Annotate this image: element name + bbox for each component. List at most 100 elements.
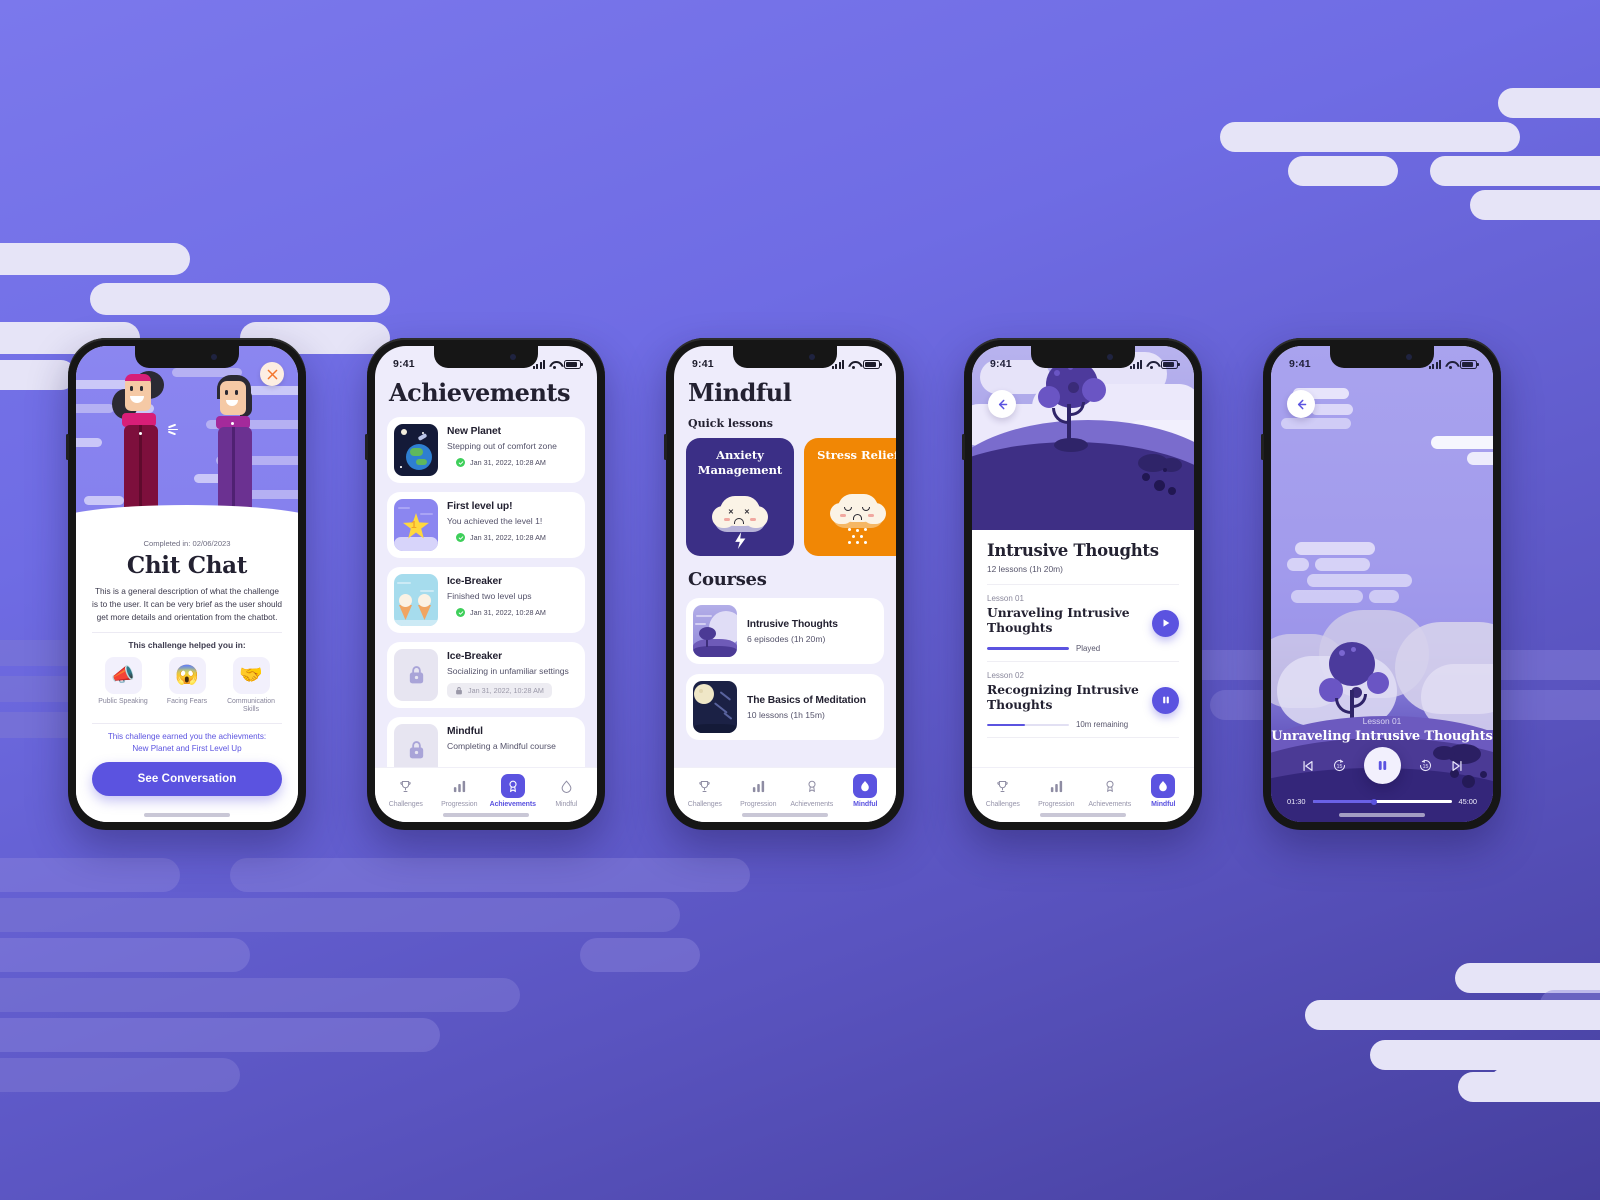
tab-progression[interactable]: Progression: [1030, 774, 1084, 808]
notch: [1031, 346, 1135, 368]
achievement-date: Jan 31, 2022, 10:28 AM: [456, 533, 546, 542]
tab-progression[interactable]: Progression: [732, 774, 786, 808]
seek-area: 01:30 45:00: [1287, 797, 1477, 806]
skill-label: Facing Fears: [166, 697, 208, 705]
course-meta: 10 lessons (1h 15m): [747, 709, 825, 720]
leaf-icon: [554, 774, 578, 798]
earned-line-1: This challenge earned you the achievment…: [107, 731, 267, 741]
previous-track-button[interactable]: [1301, 759, 1315, 773]
skill-item: 📣 Public Speaking: [92, 656, 154, 715]
lesson-title: Unraveling Intrusive Thoughts: [1271, 729, 1493, 744]
lesson-pause-button[interactable]: [1152, 686, 1179, 714]
achievement-name: New Planet: [447, 426, 501, 437]
lesson-title: Unraveling Intrusive Thoughts: [987, 605, 1130, 636]
notch: [1330, 346, 1434, 368]
pause-icon: [1378, 761, 1386, 770]
wifi-icon: [549, 360, 560, 369]
back-button[interactable]: [1287, 390, 1315, 418]
total-time: 45:00: [1458, 797, 1478, 806]
forward-15-button[interactable]: 15: [1418, 758, 1433, 773]
seek-slider[interactable]: [1312, 798, 1452, 805]
check-icon: [456, 458, 465, 467]
back-button[interactable]: [988, 390, 1016, 418]
forward-15-icon: 15: [1419, 759, 1431, 772]
completed-date: Completed in: 02/06/2023: [143, 539, 231, 548]
next-track-button[interactable]: [1450, 759, 1464, 773]
achievements-scroll[interactable]: Achievements New Planet Stepping out of …: [375, 376, 597, 767]
tab-mindful[interactable]: Mindful: [1137, 774, 1191, 808]
tab-mindful[interactable]: Mindful: [839, 774, 893, 808]
battery-icon: [1460, 359, 1479, 369]
mindful-scroll[interactable]: Mindful Quick lessons Anxiety Management…: [674, 376, 896, 767]
tab-achievements[interactable]: Achievements: [785, 774, 839, 808]
status-time: 9:41: [393, 358, 415, 370]
home-indicator: [443, 813, 529, 817]
achievement-name: Ice-Breaker: [447, 576, 503, 587]
achievement-date: Jan 31, 2022, 10:28 AM: [456, 608, 546, 617]
status-time: 9:41: [1289, 358, 1311, 370]
notch: [733, 346, 837, 368]
lesson-number: Lesson 01: [987, 594, 1024, 603]
tab-label: Achievements: [489, 801, 536, 808]
quick-lessons-heading: Quick lessons: [688, 417, 773, 430]
course-row[interactable]: The Basics of Meditation 10 lessons (1h …: [686, 674, 884, 740]
course-row[interactable]: Intrusive Thoughts 6 episodes (1h 20m): [686, 598, 884, 664]
bar-chart-icon: [447, 774, 471, 798]
quick-lesson-stress-relief[interactable]: Stress Relief: [804, 438, 896, 556]
achievement-row[interactable]: Ice-Breaker Socializing in unfamiliar se…: [387, 642, 585, 708]
seek-thumb[interactable]: [1370, 798, 1377, 805]
achievement-subtitle: Stepping out of comfort zone: [447, 441, 557, 451]
back-arrow-icon: [1297, 399, 1306, 409]
divider: [92, 722, 282, 724]
earned-line-2: New Planet and First Level Up: [132, 743, 242, 753]
lesson-play-button[interactable]: [1152, 609, 1179, 637]
star-level-thumb-icon: 1: [394, 499, 438, 551]
tab-mindful[interactable]: Mindful: [540, 774, 594, 808]
play-icon: [1163, 619, 1169, 628]
achievement-row[interactable]: Ice-Breaker Finished two level ups Jan 3…: [387, 567, 585, 633]
scream-face-icon: 😱: [168, 656, 206, 694]
tab-challenges[interactable]: Challenges: [976, 774, 1030, 808]
page-title: Mindful: [688, 378, 792, 407]
tab-progression[interactable]: Progression: [433, 774, 487, 808]
rewind-15-button[interactable]: 15: [1332, 758, 1347, 773]
course-name: The Basics of Meditation: [747, 694, 866, 706]
chit-chat-illustration: [76, 346, 298, 529]
player-background: 9:41 Lesson 01 Unraveling Intrusive Thou…: [1271, 346, 1493, 822]
tab-achievements[interactable]: Achievements: [486, 774, 540, 808]
tab-achievements[interactable]: Achievements: [1083, 774, 1137, 808]
achievement-row[interactable]: Mindful Completing a Mindful course: [387, 717, 585, 767]
tab-label: Challenges: [985, 801, 1020, 808]
see-conversation-button[interactable]: See Conversation: [92, 762, 282, 797]
page-title: Achievements: [389, 378, 571, 407]
lesson-row[interactable]: Lesson 02 Recognizing Intrusive Thoughts…: [987, 660, 1179, 738]
tab-challenges[interactable]: Challenges: [678, 774, 732, 808]
quick-lesson-anxiety-management[interactable]: Anxiety Management ✕ ✕: [686, 438, 794, 556]
tab-label: Progression: [1038, 801, 1075, 808]
storm-cloud-icon: ✕ ✕: [686, 494, 794, 550]
award-badge-icon: [500, 774, 525, 798]
lesson-number: Lesson 02: [987, 670, 1024, 680]
skill-item: 🤝 Communication Skills: [220, 656, 282, 715]
phone-2-achievements: 9:41 Achievements New Planet Stepping ou…: [365, 338, 605, 830]
status-time: 9:41: [990, 358, 1012, 370]
ice-cream-thumb-icon: [394, 574, 438, 626]
notch: [135, 346, 239, 368]
lesson-row[interactable]: Lesson 01 Unraveling Intrusive Thoughts …: [987, 584, 1179, 661]
play-pause-button[interactable]: [1363, 747, 1401, 784]
achievement-date: Jan 31, 2022, 10:28 AM: [456, 458, 546, 467]
achievement-subtitle: Finished two level ups: [447, 591, 532, 601]
phone-4-course-detail: 9:41 Intrusive Thoughts 12 lessons (1h 2…: [962, 338, 1202, 830]
award-badge-icon: [800, 774, 824, 798]
achievement-row[interactable]: New Planet Stepping out of comfort zone …: [387, 417, 585, 483]
lesson-title: Recognizing Intrusive Thoughts: [987, 681, 1139, 713]
planet-thumb-icon: [394, 424, 438, 476]
achievement-row[interactable]: 1 First level up! You achieved the level…: [387, 492, 585, 558]
earned-achievements-text: This challenge earned you the achievment…: [108, 731, 266, 754]
tab-challenges[interactable]: Challenges: [379, 774, 433, 808]
skip-forward-icon: [1451, 760, 1462, 771]
tab-label: Achievements: [1088, 801, 1132, 808]
close-button[interactable]: [260, 362, 284, 386]
course-hero-illustration: 9:41: [972, 346, 1194, 530]
close-icon: [267, 369, 277, 379]
